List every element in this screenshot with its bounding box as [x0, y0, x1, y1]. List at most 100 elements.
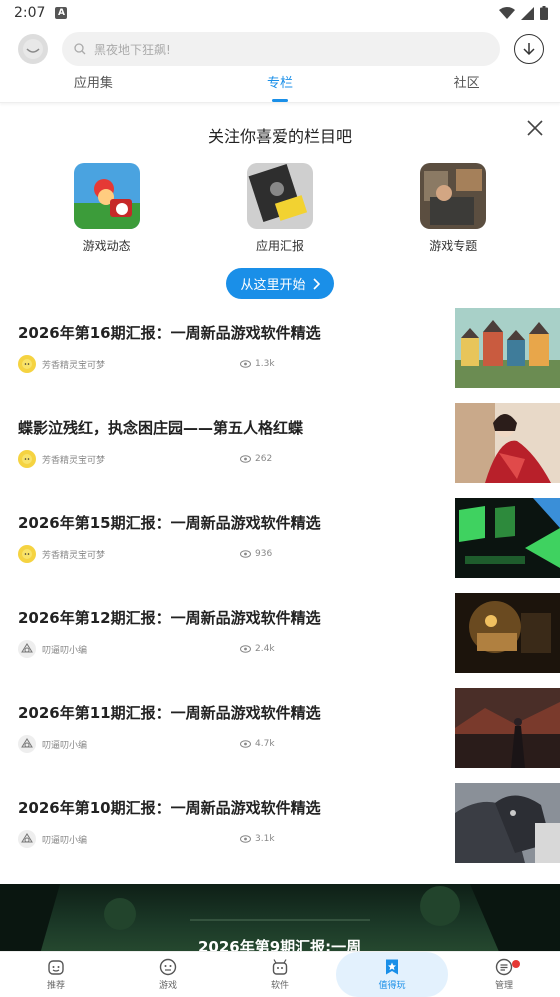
article-list: 2026年第16期汇报：一周新品游戏软件精选 芳香精灵宝可梦 1.3k 蝶影泣残…: [0, 300, 560, 870]
featured-banner[interactable]: 2026年第9期汇报:一周: [0, 884, 560, 954]
view-count: 936: [255, 549, 273, 559]
article-thumbnail: [455, 687, 560, 768]
search-icon: [74, 43, 86, 55]
eye-icon: [240, 360, 251, 368]
follow-item-app-report[interactable]: 应用汇报: [225, 163, 335, 254]
nav-worth-playing[interactable]: 值得玩: [336, 952, 448, 997]
pikachu-avatar-icon: [22, 549, 32, 559]
author-avatar[interactable]: [18, 830, 36, 848]
avatar[interactable]: [18, 34, 48, 64]
nav-label: 游戏: [158, 981, 177, 991]
article-card[interactable]: 2026年第11期汇报：一周新品游戏软件精选 叨逼叨小编 4.7k: [0, 680, 560, 775]
follow-item-game-topic[interactable]: 游戏专题: [398, 163, 508, 254]
nav-label: 推荐: [46, 981, 65, 991]
nav-recommend[interactable]: 推荐: [0, 952, 112, 997]
article-card[interactable]: 2026年第12期汇报：一周新品游戏软件精选 叨逼叨小编 2.4k: [0, 585, 560, 680]
author-avatar[interactable]: [18, 545, 36, 563]
follow-item-label: 游戏专题: [429, 239, 478, 253]
pikachu-avatar-icon: [22, 359, 32, 369]
notification-icon: A: [55, 7, 68, 19]
tab-bar: 应用集 专栏 社区: [0, 71, 560, 103]
article-thumbnail: [455, 307, 560, 388]
article-title: 2026年第16期汇报：一周新品游戏软件精选: [18, 324, 321, 342]
nav-label: 软件: [270, 981, 289, 991]
article-card[interactable]: 2026年第16期汇报：一周新品游戏软件精选 芳香精灵宝可梦 1.3k: [0, 300, 560, 395]
article-title: 2026年第10期汇报：一周新品游戏软件精选: [18, 799, 321, 817]
status-time: 2:07: [14, 5, 46, 21]
start-button[interactable]: 从这里开始: [226, 268, 334, 299]
game-icon: [159, 958, 177, 976]
status-bar: 2:07 A: [0, 0, 560, 26]
author-name[interactable]: 叨逼叨小编: [42, 833, 87, 846]
search-placeholder: 黑夜地下狂飙!: [94, 42, 171, 57]
sketch-avatar-icon: [21, 643, 33, 653]
author-avatar[interactable]: [18, 450, 36, 468]
follow-item-game-news[interactable]: 游戏动态: [52, 163, 162, 254]
sketch-avatar-icon: [21, 738, 33, 748]
sketch-avatar-icon: [21, 833, 33, 843]
author-avatar[interactable]: [18, 735, 36, 753]
recommend-icon: [48, 960, 64, 975]
article-title: 2026年第11期汇报：一周新品游戏软件精选: [18, 704, 321, 722]
author-avatar[interactable]: [18, 640, 36, 658]
article-title: 蝶影泣残红，执念困庄园——第五人格红蝶: [18, 419, 304, 437]
article-thumbnail: [455, 592, 560, 673]
nav-label: 管理: [494, 981, 513, 991]
tab-column[interactable]: 专栏: [187, 71, 374, 102]
game-news-thumbnail: [73, 163, 140, 229]
chevron-right-icon: [312, 277, 320, 290]
nav-label: 值得玩: [378, 981, 406, 991]
eye-icon: [240, 835, 251, 843]
star-icon: [386, 959, 398, 975]
follow-panel-title: 关注你喜爱的栏目吧: [207, 127, 352, 146]
manage-icon: [495, 958, 513, 976]
article-card[interactable]: 蝶影泣残红，执念困庄园——第五人格红蝶 芳香精灵宝可梦 262: [0, 395, 560, 490]
signal-icon: [521, 6, 534, 20]
start-button-label: 从这里开始: [240, 278, 306, 293]
article-thumbnail: [455, 497, 560, 578]
top-bar: 黑夜地下狂飙!: [0, 29, 560, 69]
article-thumbnail: [455, 402, 560, 483]
article-title: 2026年第15期汇报：一周新品游戏软件精选: [18, 514, 321, 532]
tab-app-collection[interactable]: 应用集: [0, 71, 187, 102]
nav-manage[interactable]: 管理: [448, 952, 560, 997]
pikachu-avatar-icon: [22, 454, 32, 464]
author-name[interactable]: 芳香精灵宝可梦: [42, 453, 105, 466]
view-count: 3.1k: [255, 834, 275, 844]
wifi-icon: [499, 6, 515, 19]
author-avatar[interactable]: [18, 355, 36, 373]
follow-item-label: 应用汇报: [255, 239, 304, 253]
eye-icon: [240, 740, 251, 748]
article-thumbnail: [455, 782, 560, 863]
battery-icon: [540, 6, 548, 20]
view-count: 1.3k: [255, 359, 275, 369]
download-arrow-icon: [523, 43, 535, 56]
notification-badge: [511, 960, 520, 968]
close-icon[interactable]: [526, 119, 544, 137]
article-card[interactable]: 2026年第10期汇报：一周新品游戏软件精选 叨逼叨小编 3.1k: [0, 775, 560, 870]
download-button[interactable]: [514, 34, 544, 64]
view-count: 2.4k: [255, 644, 275, 654]
game-topic-thumbnail: [420, 163, 487, 229]
eye-icon: [240, 550, 251, 558]
eye-icon: [240, 645, 251, 653]
nav-game[interactable]: 游戏: [112, 952, 224, 997]
follow-panel: 关注你喜爱的栏目吧 游戏动态 应用汇报 游戏专题 从这里开始: [0, 103, 560, 299]
app-report-thumbnail: [246, 163, 313, 229]
eye-icon: [240, 455, 251, 463]
article-title: 2026年第12期汇报：一周新品游戏软件精选: [18, 609, 321, 627]
author-name[interactable]: 叨逼叨小编: [42, 738, 87, 751]
view-count: 262: [255, 454, 273, 464]
author-name[interactable]: 叨逼叨小编: [42, 643, 87, 656]
smile-icon: [23, 39, 43, 59]
author-name[interactable]: 芳香精灵宝可梦: [42, 548, 105, 561]
view-count: 4.7k: [255, 739, 275, 749]
article-card[interactable]: 2026年第15期汇报：一周新品游戏软件精选 芳香精灵宝可梦 936: [0, 490, 560, 585]
author-name[interactable]: 芳香精灵宝可梦: [42, 358, 105, 371]
nav-software[interactable]: 软件: [224, 952, 336, 997]
bottom-nav: 推荐 游戏 软件 值得玩 管理: [0, 951, 560, 997]
follow-item-label: 游戏动态: [82, 239, 131, 253]
tab-community[interactable]: 社区: [373, 71, 560, 102]
search-input[interactable]: 黑夜地下狂飙!: [62, 32, 500, 66]
software-icon: [272, 959, 288, 975]
